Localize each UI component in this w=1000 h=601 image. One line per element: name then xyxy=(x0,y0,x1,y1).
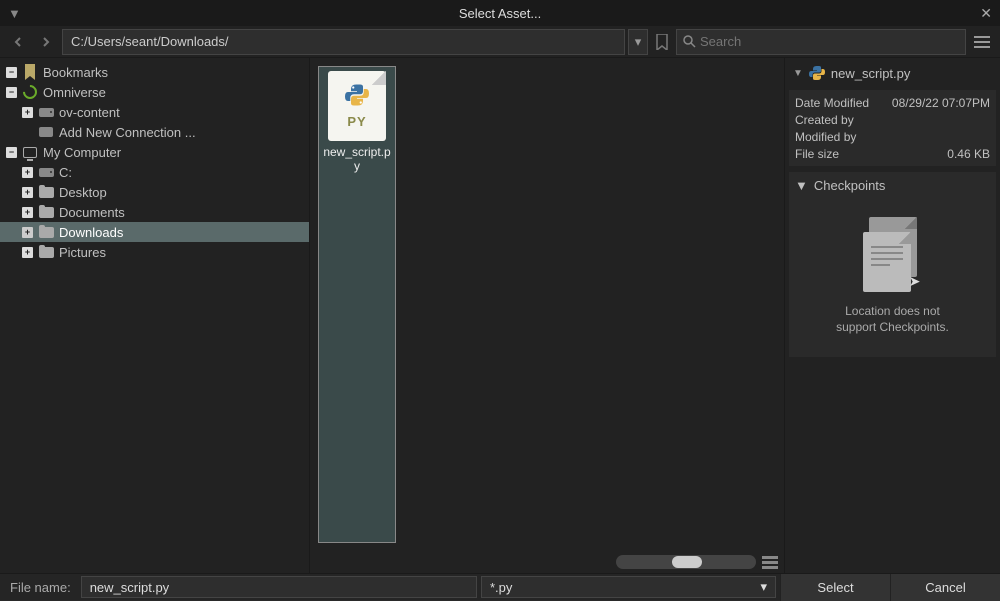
tree-omniverse[interactable]: − Omniverse xyxy=(0,82,309,102)
add-connection-icon xyxy=(38,124,54,140)
search-input[interactable] xyxy=(700,34,959,49)
expand-icon[interactable]: + xyxy=(22,167,33,178)
folder-icon xyxy=(38,204,54,220)
list-view-toggle[interactable] xyxy=(762,556,778,569)
window-title: Select Asset... xyxy=(459,6,541,21)
tree-pictures[interactable]: + Pictures xyxy=(0,242,309,262)
filename-input[interactable] xyxy=(81,576,477,598)
options-menu-button[interactable] xyxy=(970,30,994,54)
filetype-select[interactable]: *.py ▾ xyxy=(481,576,776,598)
select-button[interactable]: Select xyxy=(780,574,890,601)
folder-icon xyxy=(38,224,54,240)
footer: File name: *.py ▾ Select Cancel xyxy=(0,573,1000,600)
checkpoints-header[interactable]: ▼ Checkpoints xyxy=(795,178,990,193)
nav-forward-button[interactable] xyxy=(34,30,58,54)
drive-icon xyxy=(38,104,54,120)
nav-back-button[interactable] xyxy=(6,30,30,54)
checkpoints-message: Location does not support Checkpoints. xyxy=(836,304,949,335)
expand-icon[interactable]: + xyxy=(22,247,33,258)
tree-desktop[interactable]: + Desktop xyxy=(0,182,309,202)
path-input[interactable] xyxy=(62,29,625,55)
tree-documents[interactable]: + Documents xyxy=(0,202,309,222)
path-dropdown-icon[interactable]: ▾ xyxy=(628,29,648,55)
cancel-button[interactable]: Cancel xyxy=(890,574,1000,601)
file-item[interactable]: PY new_script.py xyxy=(318,66,396,543)
collapse-icon[interactable]: − xyxy=(6,87,17,98)
zoom-slider[interactable] xyxy=(616,555,756,569)
details-panel: ▼ new_script.py Date Modified08/29/22 07… xyxy=(785,58,1000,573)
folder-icon xyxy=(38,244,54,260)
checkpoints-panel: ▼ Checkpoints ➤ Location does not suppor… xyxy=(789,172,996,357)
file-name-label: new_script.py xyxy=(323,145,391,174)
expand-icon[interactable]: + xyxy=(22,227,33,238)
tree-c-drive[interactable]: + C: xyxy=(0,162,309,182)
chevron-down-icon: ▾ xyxy=(760,579,767,595)
details-filename: new_script.py xyxy=(831,66,910,81)
file-view: PY new_script.py xyxy=(310,58,785,573)
expand-icon[interactable]: + xyxy=(22,187,33,198)
python-file-icon: PY xyxy=(328,71,386,141)
toolbar: ▾ xyxy=(0,26,1000,58)
caret-down-icon: ▼ xyxy=(793,68,803,79)
search-field[interactable] xyxy=(676,29,966,55)
bookmark-icon[interactable] xyxy=(652,34,672,50)
computer-icon xyxy=(22,144,38,160)
folder-icon xyxy=(38,184,54,200)
expand-icon[interactable]: + xyxy=(22,207,33,218)
details-header[interactable]: ▼ new_script.py xyxy=(789,62,996,84)
collapse-icon[interactable]: − xyxy=(6,67,17,78)
python-icon xyxy=(809,65,825,81)
caret-down-icon: ▼ xyxy=(795,178,808,193)
tree-downloads[interactable]: + Downloads xyxy=(0,222,309,242)
tree-ov-content[interactable]: + ov-content xyxy=(0,102,309,122)
tree-my-computer[interactable]: − My Computer xyxy=(0,142,309,162)
checkpoints-empty-icon: ➤ xyxy=(863,217,923,292)
search-icon xyxy=(683,35,696,48)
tree-add-connection[interactable]: Add New Connection ... xyxy=(0,122,309,142)
close-icon[interactable]: ✕ xyxy=(980,5,992,22)
bookmark-folder-icon xyxy=(22,64,38,80)
titlebar: ▼ Select Asset... ✕ xyxy=(0,0,1000,26)
collapse-icon[interactable]: − xyxy=(6,147,17,158)
omniverse-icon xyxy=(22,84,38,100)
filename-label: File name: xyxy=(0,580,81,595)
expand-icon[interactable]: + xyxy=(22,107,33,118)
titlebar-menu-icon[interactable]: ▼ xyxy=(8,6,21,21)
sidebar: − Bookmarks − Omniverse + ov-content Add… xyxy=(0,58,310,573)
tree-bookmarks[interactable]: − Bookmarks xyxy=(0,62,309,82)
file-metadata: Date Modified08/29/22 07:07PM Created by… xyxy=(789,90,996,166)
drive-icon xyxy=(38,164,54,180)
